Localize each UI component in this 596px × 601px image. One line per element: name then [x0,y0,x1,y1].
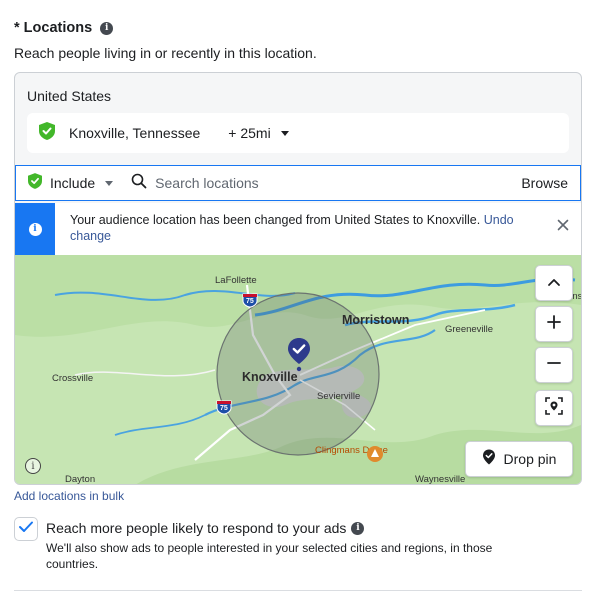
country-label: United States [27,88,112,104]
locations-panel: United States Knoxville, Tennessee + 25m… [14,72,582,485]
radius-dropdown-icon[interactable] [280,130,289,136]
map-label-morristown: Morristown [342,313,410,327]
include-dropdown[interactable]: Include [28,166,114,200]
green-shield-check-icon [39,121,55,145]
recenter-map-button[interactable] [535,390,573,426]
notice-message: Your audience location has been changed … [70,212,540,244]
close-icon[interactable] [555,217,571,233]
drop-pin-button[interactable]: Drop pin [465,441,573,477]
selected-location-card: Knoxville, Tennessee + 25mi [27,113,569,153]
location-pin-icon[interactable] [287,337,311,378]
map-label-greeneville: Greeneville [445,324,494,335]
map-label-dayton: Dayton [65,474,96,485]
expand-audience-label: Reach more people likely to respond to y… [46,520,365,536]
green-shield-check-icon [28,172,42,194]
drop-pin-label: Drop pin [503,451,557,467]
park-icon [366,445,384,468]
locate-icon [545,396,563,420]
search-icon [131,173,147,194]
checkmark-icon [18,520,34,539]
map-label-sevierville: Sevierville [317,391,361,402]
info-icon[interactable]: i [351,521,365,535]
zoom-out-button[interactable] [535,347,573,383]
search-locations-input[interactable] [155,175,486,191]
include-label: Include [50,175,96,191]
notice-accent-bar: i [15,203,55,255]
zoom-in-button[interactable] [535,306,573,342]
map-label-lafollette: LaFollette [215,275,257,286]
location-search-bar: Include Browse [15,165,581,201]
browse-button[interactable]: Browse [521,175,568,191]
locations-subtitle: Reach people living in or recently in th… [14,45,317,61]
section-divider [14,590,582,591]
map-info-icon[interactable]: i [25,458,41,474]
minus-icon [547,356,561,375]
info-icon: i [28,222,42,236]
interstate-75-label-south: 75 [220,405,228,412]
chevron-up-icon [547,274,561,292]
expand-audience-checkbox[interactable] [14,517,38,541]
plus-icon [547,314,561,334]
notice-text: Your audience location has been changed … [70,213,481,227]
chevron-down-icon [105,180,114,186]
radius-value[interactable]: + 25mi [228,125,270,141]
selected-location-name[interactable]: Knoxville, Tennessee [69,125,200,141]
collapse-map-button[interactable] [535,265,573,301]
add-locations-in-bulk-link[interactable]: Add locations in bulk [14,489,124,503]
map-label-waynesville: Waynesville [415,474,466,485]
location-change-notice: i Your audience location has been change… [15,203,581,255]
expand-audience-text: Reach more people likely to respond to y… [46,520,347,536]
map-label-clingmans-dome: Clingmans Dome [315,445,388,456]
map-label-crossville: Crossville [52,373,94,384]
locations-title: * Locations [14,20,93,36]
info-icon[interactable]: i [100,21,114,35]
interstate-75-label-north: 75 [246,298,254,305]
pin-icon [482,449,496,470]
location-map[interactable]: LaFollette Johnson City Morristown Green… [15,255,581,485]
expand-audience-description: We'll also show ads to people interested… [46,541,493,571]
locations-header: * Locations i [14,18,114,38]
